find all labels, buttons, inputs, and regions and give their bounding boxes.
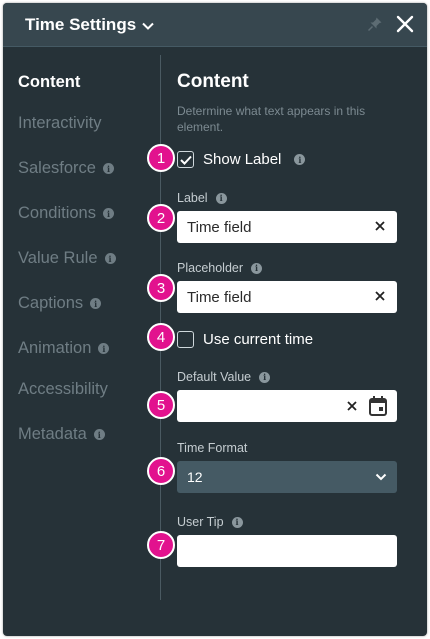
time-format-label-text: Time Format	[177, 441, 248, 455]
info-icon: i	[102, 163, 114, 174]
info-icon: i	[93, 429, 105, 440]
info-icon: i	[231, 516, 243, 528]
callout-badge-1: 1	[147, 144, 175, 172]
clear-icon[interactable]	[345, 399, 359, 413]
check-icon	[179, 155, 192, 165]
default-value-label: Default Value i	[177, 370, 271, 384]
sidebar-item-salesforce[interactable]: Salesforce i	[18, 159, 114, 178]
panel-title: Time Settings	[25, 15, 137, 34]
chevron-down-icon	[142, 22, 154, 30]
callout-badge-7: 7	[147, 531, 175, 559]
info-icon: i	[294, 154, 306, 165]
content-description: Determine what text appears in this elem…	[177, 104, 366, 134]
placeholder-input[interactable]: Time field	[177, 281, 397, 313]
info-icon: i	[104, 253, 116, 264]
label-field-label-text: Label	[177, 191, 208, 205]
calendar-icon[interactable]	[368, 395, 388, 417]
use-current-time-text: Use current time	[203, 331, 314, 348]
sidebar-item-label: Metadata	[18, 425, 87, 443]
sidebar-item-label: Content	[18, 73, 81, 91]
sidebar-item-label: Conditions	[18, 204, 96, 222]
show-label-text: Show Label	[203, 151, 282, 168]
sidebar-item-label: Captions	[18, 294, 84, 312]
time-format-label: Time Format	[177, 441, 247, 455]
time-settings-panel: Time Settings Content Interactivity Sale…	[3, 3, 427, 636]
sidebar-item-label: Accessibility	[18, 380, 108, 398]
panel-header: Time Settings	[3, 3, 427, 47]
user-tip-label-text: User Tip	[177, 515, 224, 529]
callout-badge-5: 5	[147, 391, 175, 419]
settings-sidebar: Content Interactivity Salesforce i Condi…	[3, 47, 158, 636]
sidebar-item-interactivity[interactable]: Interactivity	[18, 114, 101, 133]
clear-icon[interactable]	[373, 219, 387, 233]
user-tip-input[interactable]	[177, 535, 397, 567]
close-icon[interactable]	[395, 14, 415, 34]
sidebar-item-conditions[interactable]: Conditions i	[18, 204, 114, 223]
default-value-label-text: Default Value	[177, 370, 252, 384]
sidebar-item-metadata[interactable]: Metadata i	[18, 425, 105, 444]
label-input-value: Time field	[187, 218, 252, 236]
info-icon: i	[251, 262, 263, 274]
sidebar-item-value-rule[interactable]: Value Rule i	[18, 249, 116, 268]
placeholder-field-label-text: Placeholder	[177, 261, 244, 275]
sidebar-item-animation[interactable]: Animation i	[18, 339, 110, 358]
info-icon: i	[98, 343, 110, 354]
info-icon: i	[90, 298, 102, 309]
time-format-select[interactable]: 12	[177, 461, 397, 493]
default-value-input[interactable]	[177, 390, 397, 422]
clear-icon[interactable]	[373, 289, 387, 303]
checkbox-unchecked[interactable]	[177, 331, 194, 348]
callout-badge-6: 6	[147, 457, 175, 485]
sidebar-item-captions[interactable]: Captions i	[18, 294, 102, 313]
use-current-time-checkbox[interactable]: Use current time	[177, 331, 313, 348]
sidebar-item-label: Value Rule	[18, 249, 98, 267]
sidebar-item-label: Animation	[18, 339, 92, 357]
placeholder-field-label: Placeholder i	[177, 261, 263, 275]
label-field-label: Label i	[177, 191, 227, 205]
pin-icon[interactable]	[367, 16, 383, 32]
info-icon: i	[259, 371, 271, 383]
label-input[interactable]: Time field	[177, 211, 397, 243]
chevron-down-icon	[375, 473, 387, 481]
sidebar-item-accessibility[interactable]: Accessibility	[18, 380, 108, 399]
sidebar-item-label: Interactivity	[18, 114, 102, 132]
callout-badge-4: 4	[147, 323, 175, 351]
user-tip-label: User Tip i	[177, 515, 243, 529]
sidebar-item-content[interactable]: Content	[18, 73, 80, 92]
content-title: Content	[177, 71, 249, 92]
time-format-value: 12	[187, 469, 203, 485]
callout-badge-3: 3	[147, 274, 175, 302]
checkbox-checked[interactable]	[177, 151, 194, 168]
sidebar-item-label: Salesforce	[18, 159, 96, 177]
show-label-checkbox[interactable]: Show Label i	[177, 151, 306, 168]
info-icon: i	[215, 192, 227, 204]
callout-badge-2: 2	[147, 204, 175, 232]
placeholder-input-value: Time field	[187, 288, 252, 306]
panel-title-dropdown[interactable]: Time Settings	[25, 15, 154, 35]
info-icon: i	[102, 208, 114, 219]
